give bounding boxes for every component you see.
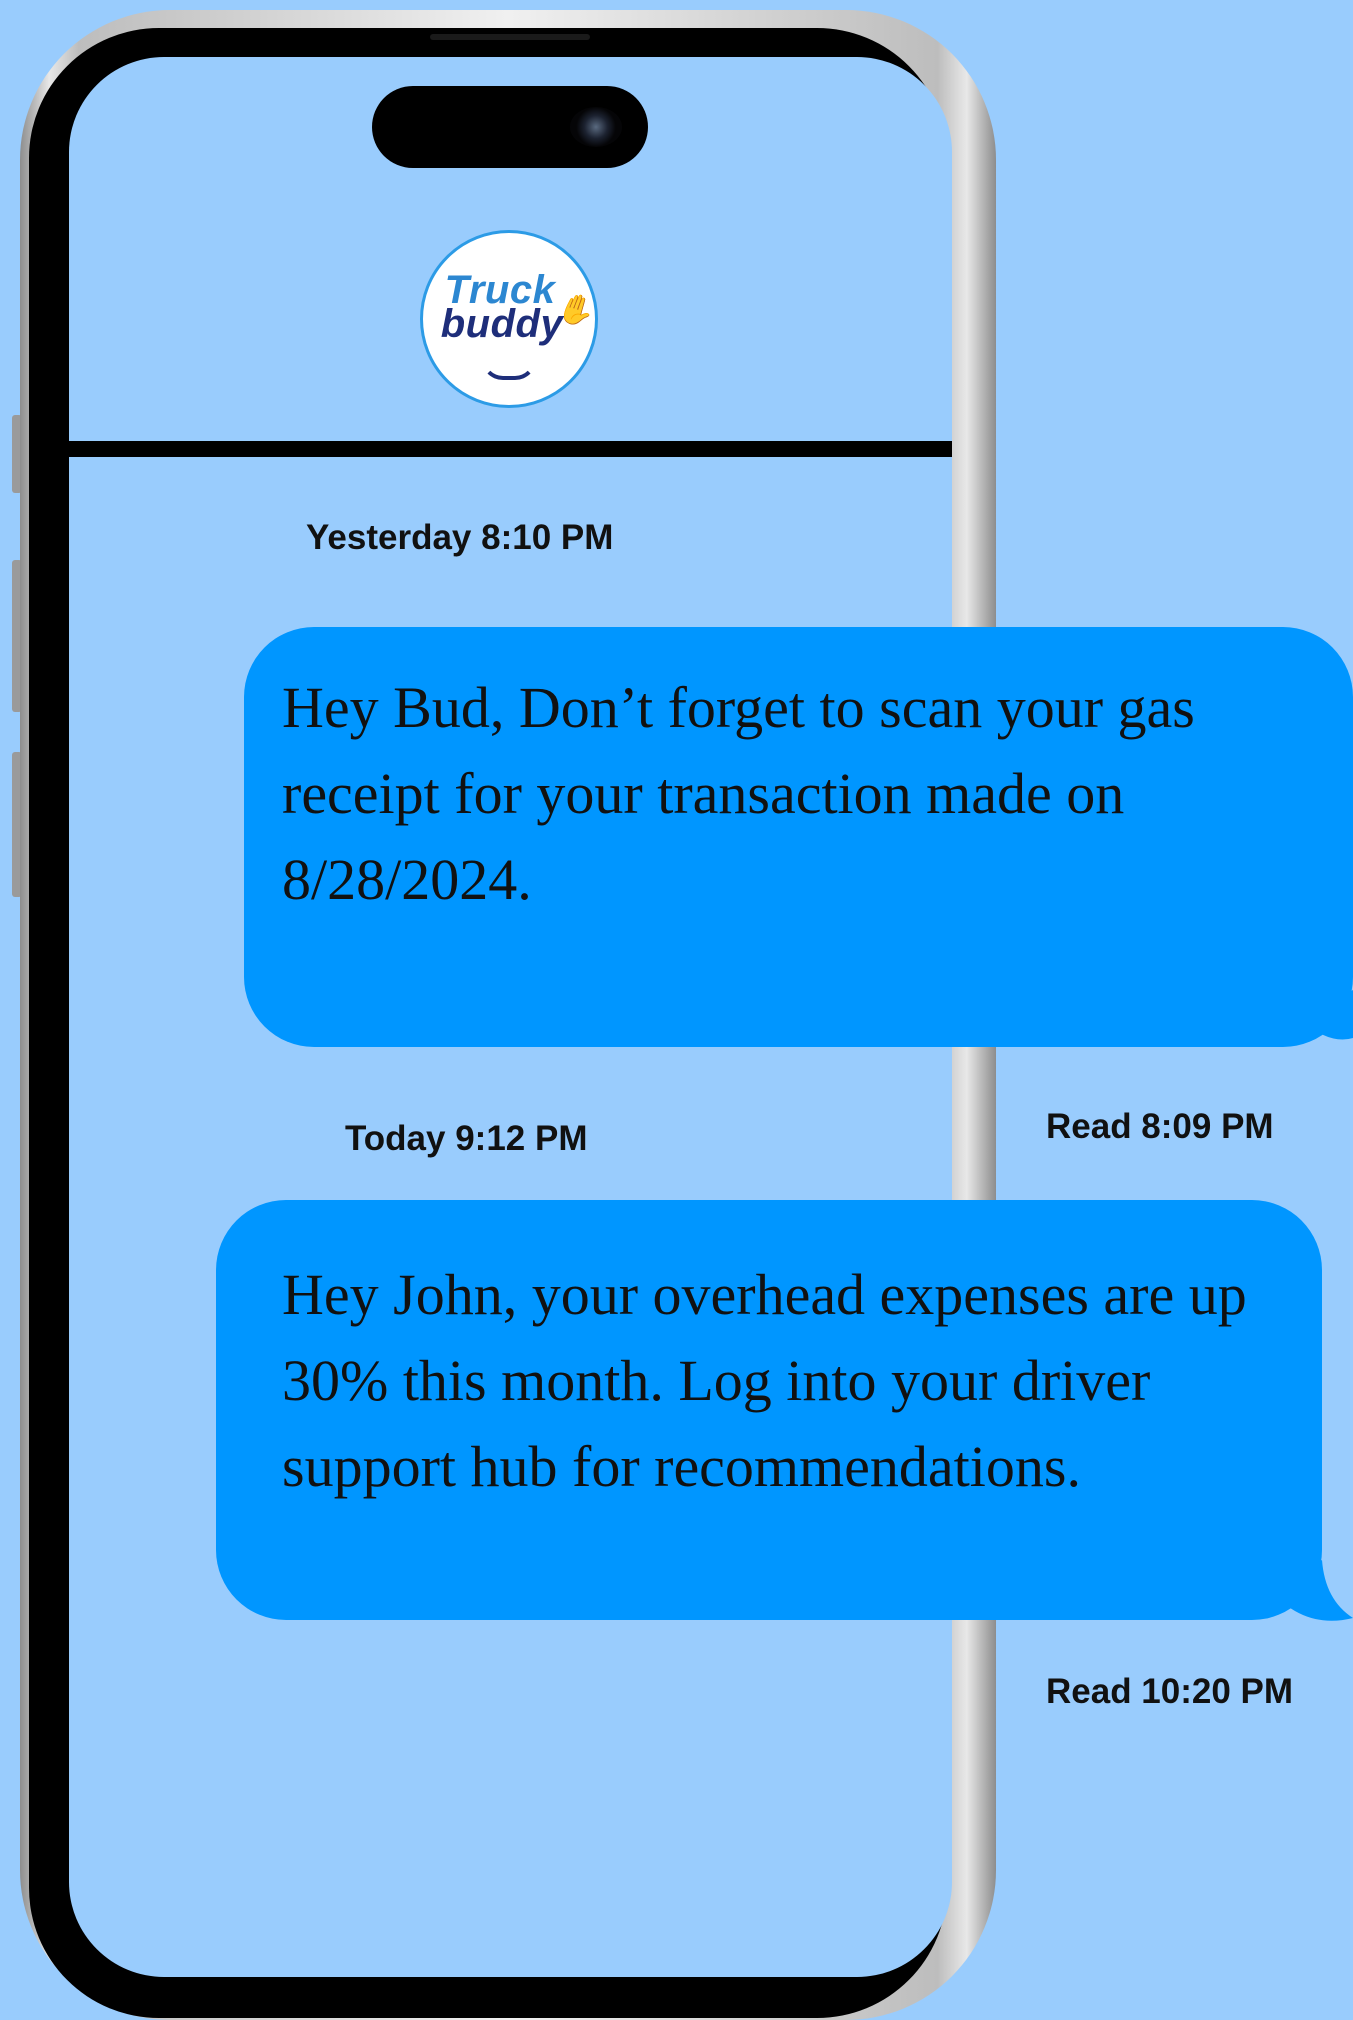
earpiece-speaker [430, 34, 590, 40]
message-timestamp: Yesterday 8:10 PM [306, 518, 614, 557]
smile-icon [481, 358, 537, 380]
message-text: Hey John, your overhead expenses are up … [282, 1262, 1247, 1499]
camera-lens-icon [570, 107, 622, 147]
bubble-tail [1300, 990, 1353, 1040]
read-receipt: Read 8:09 PM [1046, 1107, 1274, 1146]
read-receipt: Read 10:20 PM [1046, 1672, 1294, 1711]
message-text: Hey Bud, Don’t forget to scan your gas r… [282, 675, 1195, 912]
truck-buddy-logo: Truck buddy ✋ [420, 230, 600, 408]
header-divider [69, 441, 952, 457]
bubble-tail [1270, 1560, 1353, 1621]
message-bubble[interactable]: Hey Bud, Don’t forget to scan your gas r… [244, 627, 1353, 1047]
message-bubble[interactable]: Hey John, your overhead expenses are up … [216, 1200, 1322, 1620]
message-timestamp: Today 9:12 PM [345, 1119, 588, 1158]
